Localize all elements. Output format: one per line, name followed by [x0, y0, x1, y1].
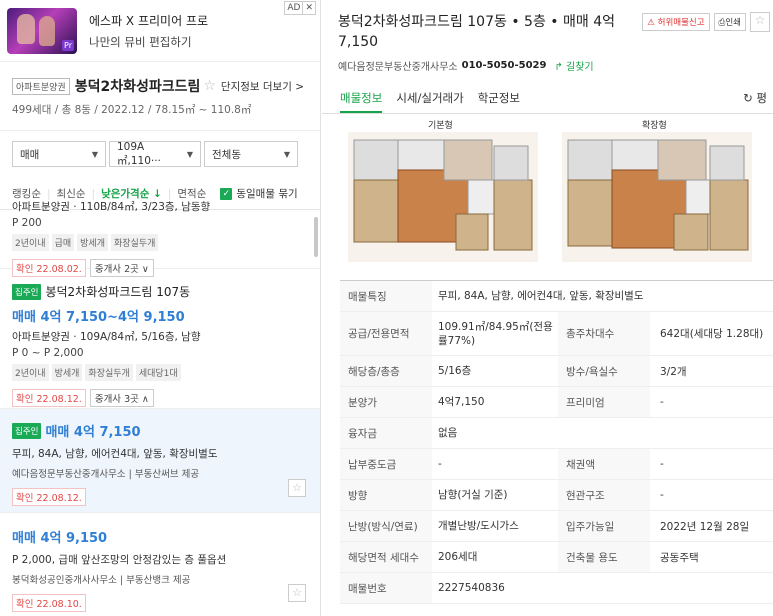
- tab-school-info[interactable]: 학군정보: [478, 84, 520, 113]
- table-row: 매물특징 무피, 84A, 남향, 에어컨4대, 앞동, 확장비별도: [340, 281, 773, 312]
- chevron-down-icon: ▼: [91, 149, 98, 159]
- floor-plans: 기본형 확장형: [340, 118, 773, 278]
- complex-header: 아파트분양권 봉덕2차화성파크드림 ☆ 단지정보 더보기 > 499세대 / 총…: [0, 62, 320, 122]
- listing-price: 매매 4억 7,150: [45, 425, 141, 440]
- agent-phone: 010-5050-5029: [461, 60, 547, 71]
- complex-name: 봉덕2차화성파크드림: [74, 79, 201, 95]
- brokers-button[interactable]: 중개사 3곳 ∧: [89, 389, 154, 407]
- detail-panel: 봉덕2차화성파크드림 107동 • 5층 • 매매 4억 7,150 ⚠ 허위매…: [322, 0, 773, 616]
- ad-thumbnail[interactable]: Pr: [7, 7, 77, 54]
- route-icon: ↱: [554, 62, 563, 73]
- close-icon[interactable]: ✕: [302, 1, 316, 15]
- directions-link[interactable]: ↱ 길찾기: [554, 58, 593, 73]
- list-item[interactable]: 집주인 매매 4억 7,150 무피, 84A, 남향, 에어컨4대, 앞동, 확…: [0, 409, 320, 513]
- star-icon[interactable]: ☆: [288, 479, 306, 497]
- refresh-icon: ↻: [743, 91, 753, 105]
- listing-title: 봉덕2차화성파크드림 107동: [45, 285, 191, 299]
- report-button[interactable]: ⚠ 허위매물신고: [642, 13, 710, 31]
- listing-panel: Pr 에스파 X 프리미어 프로 나만의 뮤비 편집하기 AD ✕ 아파트분양권…: [0, 0, 321, 616]
- agent-info: 봉덕화성공인중개사사무소 | 부동산뱅크 제공: [12, 575, 191, 586]
- tab-price-history[interactable]: 시세/실거래가: [396, 84, 463, 113]
- floor-plan-drawing: [567, 139, 749, 251]
- table-row: 난방(방식/연료) 개별난방/도시가스 입주가능일 2022년 12월 28일: [340, 511, 773, 542]
- siren-icon: ⚠: [647, 18, 655, 28]
- confirmed-date: 확인 22.08.10.: [12, 594, 86, 612]
- owner-badge: 집주인: [12, 422, 42, 439]
- dong-select[interactable]: 전체동 ▼: [204, 141, 298, 167]
- table-row: 분양가 4억7,150 프리미엄 -: [340, 387, 773, 418]
- agent-info: 예다음정문부동산중개사무소 | 부동산써브 제공: [12, 469, 200, 480]
- ad-title[interactable]: 에스파 X 프리미어 프로: [89, 12, 208, 29]
- floor-plan-image[interactable]: 기본형: [348, 121, 538, 262]
- area-unit-toggle[interactable]: ↻ 평: [743, 84, 767, 112]
- listing-detail-table: 매물특징 무피, 84A, 남향, 에어컨4대, 앞동, 확장비별도 공급/전용…: [340, 280, 773, 604]
- listing-list: 아파트분양권 · 110B/84㎡, 3/23층, 남동향 P 200 2년이내…: [0, 197, 320, 616]
- list-item[interactable]: 매매 4억 9,150 P 2,000, 급매 앞산조망의 안정감있는 층 풀옵…: [0, 513, 320, 616]
- complex-meta: 499세대 / 총 8동 / 2022.12 / 78.15㎡ ~ 110.8㎡: [12, 104, 252, 116]
- list-item[interactable]: 아파트분양권 · 110B/84㎡, 3/23층, 남동향 P 200 2년이내…: [0, 197, 320, 277]
- detail-title: 봉덕2차화성파크드림 107동 • 5층 • 매매 4억 7,150: [338, 14, 615, 50]
- floor-plan-label: 기본형: [428, 121, 453, 131]
- star-icon[interactable]: ☆: [203, 78, 216, 94]
- table-row: 매물번호 2227540836: [340, 573, 773, 604]
- listing-price: 매매 4억 7,150~4억 9,150: [12, 310, 185, 325]
- star-icon[interactable]: ☆: [288, 584, 306, 602]
- confirmed-date: 확인 22.08.12.: [12, 488, 86, 506]
- table-row: 해당면적 세대수 206세대 건축물 용도 공동주택: [340, 542, 773, 573]
- floor-plan-label: 확장형: [642, 121, 667, 131]
- table-row: 납부중도금 - 채권액 -: [340, 449, 773, 480]
- tab-listing-info[interactable]: 매물정보: [340, 84, 383, 113]
- trade-type-select[interactable]: 매매 ▼: [12, 141, 106, 167]
- confirmed-date: 확인 22.08.12.: [12, 389, 86, 407]
- area-select[interactable]: 109A㎡,110··· ▼: [109, 141, 201, 167]
- print-button[interactable]: ⎙인쇄: [713, 13, 746, 31]
- ad-banner[interactable]: Pr 에스파 X 프리미어 프로 나만의 뮤비 편집하기 AD ✕: [0, 0, 320, 62]
- table-row: 방향 남향(거실 기준) 현관구조 -: [340, 480, 773, 511]
- detail-tabs: 매물정보 시세/실거래가 학군정보 ↻ 평: [322, 84, 773, 114]
- ad-label: AD: [284, 1, 304, 15]
- ad-subtitle[interactable]: 나만의 뮤비 편집하기: [89, 34, 208, 50]
- floor-plan-drawing: [353, 139, 533, 251]
- chevron-down-icon: ▼: [283, 149, 290, 159]
- agent-name: 예다음정문부동산중개사무소: [338, 62, 458, 73]
- chevron-down-icon: ▼: [186, 149, 193, 159]
- table-row: 융자금 없음: [340, 418, 773, 449]
- complex-type-tag: 아파트분양권: [12, 77, 70, 95]
- filter-bar: 매매 ▼ 109A㎡,110··· ▼ 전체동 ▼: [0, 130, 320, 178]
- floor-plan-image[interactable]: 확장형: [562, 121, 752, 262]
- complex-info-link[interactable]: 단지정보 더보기 >: [221, 79, 304, 94]
- star-icon[interactable]: ☆: [750, 12, 770, 32]
- owner-badge: 집주인: [12, 283, 42, 300]
- listing-price: 매매 4억 9,150: [12, 531, 108, 546]
- scrollbar[interactable]: [314, 217, 318, 257]
- table-row: 해당층/총층 5/16층 방수/욕실수 3/2개: [340, 356, 773, 387]
- table-row: 공급/전용면적 109.91㎡/84.95㎡(전용률77%) 총주차대수 642…: [340, 312, 773, 356]
- list-item[interactable]: 집주인 봉덕2차화성파크드림 107동 매매 4억 7,150~4억 9,150 …: [0, 269, 320, 409]
